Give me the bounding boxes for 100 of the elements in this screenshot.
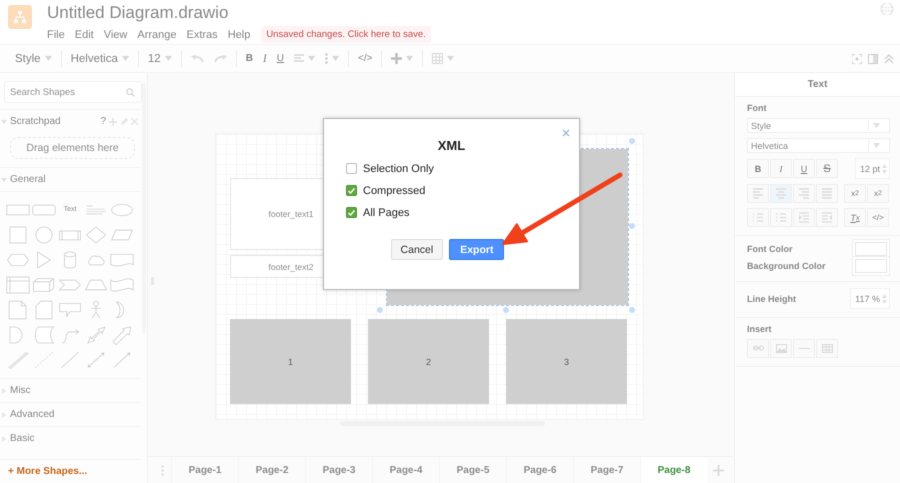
align-icon bbox=[294, 54, 304, 63]
format-button[interactable]: U bbox=[272, 48, 289, 68]
globe-icon[interactable] bbox=[880, 2, 894, 16]
list-button[interactable] bbox=[816, 208, 838, 227]
caret-icon bbox=[872, 143, 880, 148]
dashed-line-icon[interactable] bbox=[32, 350, 56, 370]
background-color-label: Background Color bbox=[747, 261, 826, 271]
checkbox-label[interactable]: Compressed bbox=[363, 184, 426, 196]
format-button[interactable]: B bbox=[747, 159, 769, 178]
font-size-spinner[interactable]: 12 pt bbox=[854, 158, 890, 179]
caret-icon bbox=[332, 56, 339, 61]
caret-icon bbox=[44, 56, 52, 61]
checkbox[interactable] bbox=[346, 185, 357, 196]
rectangle-shape[interactable]: 2 bbox=[368, 319, 489, 404]
double-line-icon[interactable] bbox=[6, 350, 30, 370]
collapse-icon[interactable] bbox=[884, 54, 894, 64]
menu-item[interactable]: Edit bbox=[70, 28, 99, 40]
more-shapes-link[interactable]: + More Shapes... bbox=[0, 459, 141, 483]
line-icon[interactable] bbox=[58, 350, 82, 370]
format-button[interactable]: I bbox=[770, 159, 792, 178]
section-header[interactable]: Misc bbox=[0, 378, 141, 402]
align-icon bbox=[776, 188, 786, 199]
caret-icon bbox=[447, 56, 454, 61]
menu-item[interactable]: File bbox=[47, 28, 70, 40]
page-tab[interactable]: Page-8 bbox=[640, 457, 707, 483]
search-field[interactable]: Search Shapes bbox=[4, 81, 142, 103]
plus-icon[interactable] bbox=[109, 118, 117, 126]
format-button[interactable]: I bbox=[258, 48, 272, 68]
caret-icon bbox=[872, 123, 880, 128]
cancel-button[interactable]: Cancel bbox=[390, 239, 444, 260]
fullscreen-icon[interactable] bbox=[852, 54, 862, 64]
insert-link-button[interactable] bbox=[747, 339, 769, 358]
table-icon bbox=[432, 53, 444, 64]
plus-icon[interactable] bbox=[713, 464, 724, 476]
align-button[interactable] bbox=[747, 184, 769, 203]
section-header[interactable]: Basic bbox=[0, 426, 141, 450]
align-button[interactable] bbox=[770, 184, 792, 203]
rectangle-shape[interactable]: 3 bbox=[506, 319, 627, 404]
undo-icon[interactable] bbox=[190, 54, 204, 63]
insert-rule-button[interactable] bbox=[793, 339, 815, 358]
page-tab[interactable]: Page-3 bbox=[305, 457, 372, 483]
color-swatch[interactable] bbox=[855, 242, 887, 256]
list-button[interactable] bbox=[770, 208, 792, 227]
close-icon[interactable] bbox=[562, 129, 570, 137]
section-title: Basic bbox=[10, 433, 36, 444]
spinner-arrows-icon bbox=[882, 162, 887, 174]
section-header[interactable]: Scratchpad ? bbox=[0, 109, 141, 133]
checkbox-label[interactable]: Selection Only bbox=[363, 162, 434, 174]
checkbox[interactable] bbox=[346, 163, 357, 174]
caret-icon bbox=[164, 56, 172, 61]
insert-table-button[interactable] bbox=[816, 339, 838, 358]
line-height-spinner[interactable]: 117 % bbox=[850, 288, 890, 309]
unsaved-changes-notice[interactable]: Unsaved changes. Click here to save. bbox=[261, 26, 431, 43]
menu-item[interactable]: View bbox=[98, 28, 132, 40]
page-tab[interactable]: Page-5 bbox=[439, 457, 506, 483]
checkbox-label[interactable]: All Pages bbox=[363, 206, 410, 218]
align-button[interactable] bbox=[793, 184, 815, 203]
format-button[interactable]: S bbox=[816, 159, 838, 178]
panel-icon[interactable] bbox=[868, 54, 878, 64]
page-tab[interactable]: Page-4 bbox=[372, 457, 439, 483]
export-button[interactable]: Export bbox=[449, 239, 504, 260]
font-size-dropdown[interactable]: 12 bbox=[142, 48, 177, 68]
section-heading: Font bbox=[747, 103, 768, 113]
format-button[interactable]: B bbox=[240, 48, 258, 68]
insert-image-button[interactable] bbox=[770, 339, 792, 358]
rectangle-shape[interactable]: 1 bbox=[230, 319, 351, 404]
style-dropdown[interactable]: Style bbox=[10, 48, 57, 68]
menu-item[interactable]: Help bbox=[222, 28, 256, 40]
page-tab[interactable]: Page-2 bbox=[238, 457, 305, 483]
section-header[interactable]: Advanced bbox=[0, 402, 141, 426]
style-select[interactable]: Style bbox=[747, 118, 890, 133]
checkbox[interactable] bbox=[346, 207, 357, 218]
expanded-caret-icon bbox=[1, 176, 7, 182]
outdent-icon bbox=[822, 212, 832, 223]
help-button[interactable]: ? bbox=[100, 116, 106, 127]
align-icon bbox=[799, 188, 809, 199]
document-title[interactable]: Untitled Diagram.drawio bbox=[47, 3, 431, 23]
html-button[interactable]: </> bbox=[353, 48, 378, 68]
page-tab[interactable]: Page-1 bbox=[171, 457, 238, 483]
list-button[interactable] bbox=[747, 208, 769, 227]
redo-icon[interactable] bbox=[214, 54, 227, 63]
align-button[interactable] bbox=[816, 184, 838, 203]
font-dropdown[interactable]: Helvetica bbox=[66, 48, 134, 68]
menu-item[interactable]: Arrange bbox=[132, 28, 182, 40]
format-button[interactable]: U bbox=[793, 159, 815, 178]
color-swatch[interactable] bbox=[855, 259, 887, 273]
page-tab[interactable]: Page-6 bbox=[506, 457, 573, 483]
more-icon bbox=[325, 53, 328, 64]
font-select[interactable]: Helvetica bbox=[747, 138, 890, 153]
internal-storage-icon[interactable] bbox=[6, 274, 30, 294]
diagram-icon bbox=[13, 10, 27, 24]
section-header[interactable]: General bbox=[0, 167, 141, 191]
list-button[interactable] bbox=[793, 208, 815, 227]
html-button[interactable]: </> bbox=[867, 208, 889, 227]
section-heading: Insert bbox=[747, 324, 773, 334]
arrow-shape-icon[interactable] bbox=[110, 324, 134, 344]
data-storage-icon[interactable] bbox=[32, 324, 56, 344]
table-icon bbox=[822, 344, 832, 353]
menu-item[interactable]: Extras bbox=[182, 28, 223, 40]
diamond-icon[interactable] bbox=[84, 224, 108, 244]
